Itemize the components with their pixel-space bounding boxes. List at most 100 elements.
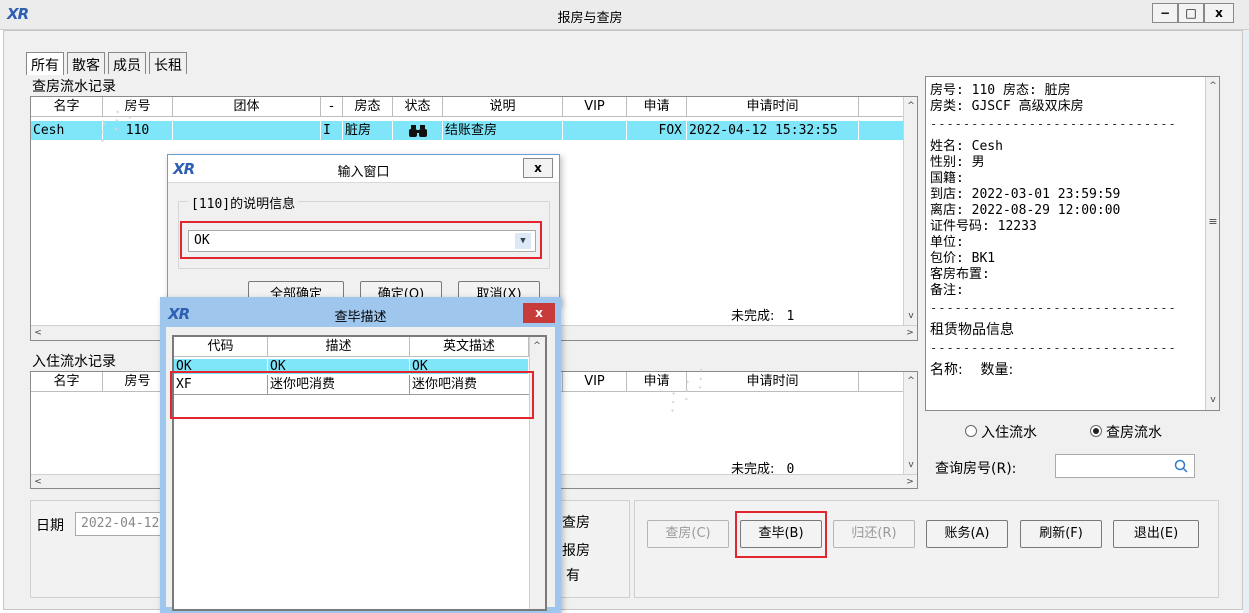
radio-checkin-label[interactable]: 入住流水 [981,422,1037,442]
group-label: [110]的说明信息 [188,193,299,212]
scroll-down-icon[interactable]: v [904,309,918,323]
col-english-description[interactable]: 英文描述 [410,337,529,357]
scroll-up-icon[interactable]: ^ [1206,79,1220,93]
action-panel [634,500,1219,598]
cell-group [173,121,321,140]
search-icon[interactable] [1174,459,1188,473]
col-description[interactable]: 描述 [268,337,410,357]
dialog-title: 查毕描述 [334,310,387,325]
filter-report[interactable]: 报房 [562,540,590,560]
table-row[interactable]: Cesh 110 I 脏房 结账查房 FOX 2022-04-12 15:32:… [31,121,903,140]
col-room-state[interactable]: 房态 [343,97,393,117]
divider: ------------------------------ [930,301,1177,315]
grid-header: 代码 描述 英文描述 [174,337,529,357]
refresh-button[interactable]: 刷新(F) [1020,520,1102,548]
checkout-log-label: 查房流水记录 [32,79,116,95]
dialog-title-bar: XR 查毕描述 x [166,303,555,327]
col-time[interactable]: 申请时间 [687,97,859,117]
scroll-up-icon[interactable]: ^ [530,339,544,353]
inspect-button[interactable]: 查房(C) [647,520,729,548]
filter-all[interactable]: 有 [566,565,580,585]
col-applicant[interactable]: 申请 [627,97,687,117]
window-edge [1243,30,1249,613]
finish-description-dialog: XR 查毕描述 x 代码 描述 英文描述 OK OK OK XF 迷你吧消费 迷… [160,297,561,613]
col-code[interactable]: 代码 [174,337,268,357]
maximize-button[interactable]: □ [1178,3,1204,23]
account-button[interactable]: 账务(A) [926,520,1008,548]
info-layout: 客房布置: [930,267,990,282]
col-group[interactable]: 团体 [173,97,321,117]
radio-checkout[interactable] [1090,425,1102,437]
info-gender: 性别: 男 [930,155,985,170]
info-depart: 离店: 2022-08-29 12:00:00 [930,203,1121,218]
divider: ------------------------------ [930,117,1177,131]
input-dialog: XR 输入窗口 x [110]的说明信息 OK ▼ 全部确定 确定(O) 取消(… [167,154,560,307]
scroll-down-icon[interactable]: v [1206,393,1220,407]
scroll-left-icon[interactable]: < [31,475,45,489]
scroll-up-icon[interactable]: ^ [904,99,918,113]
info-nationality: 国籍: [930,171,964,186]
rental-title: 租赁物品信息 [930,322,1014,338]
tab-longterm[interactable]: 长租 [149,52,187,74]
cell-vip [563,121,627,140]
filter-checkout[interactable]: 查房 [562,512,590,532]
highlight-box [735,511,827,558]
col-applicant[interactable]: 申请 [627,372,687,392]
search-input[interactable] [1055,454,1195,478]
room-info-panel: 房号: 110 房态: 脏房 房类: GJSCF 高级双床房 ---------… [925,76,1220,411]
scroll-up-icon[interactable]: ^ [904,374,918,388]
col-remark[interactable]: 说明 [443,97,563,117]
unfinished-count: 1 [786,309,795,324]
binoculars-icon [393,121,443,140]
col-name[interactable]: 名字 [31,97,103,117]
close-icon[interactable]: x [1204,3,1234,23]
vertical-scrollbar[interactable]: ^ v [903,372,917,474]
info-arrive: 到店: 2022-03-01 23:59:59 [930,187,1121,202]
cell-applicant: FOX [627,121,687,140]
search-label: 查询房号(R): [935,461,1017,477]
col-vip[interactable]: VIP [563,372,627,392]
cell-room-state: 脏房 [345,121,393,140]
cell-dash: I [323,121,343,140]
window-title-bar: XR 报房与查房 − □ x [0,0,1249,30]
exit-button[interactable]: 退出(E) [1113,520,1199,548]
scroll-grip-icon[interactable]: ≡ [1206,215,1220,229]
col-room[interactable]: 房号 [103,97,173,117]
cell-name: Cesh [33,121,103,140]
vertical-scrollbar[interactable]: ^ v [903,97,917,325]
rental-columns: 名称: 数量: [930,362,1014,378]
scroll-right-icon[interactable]: > [903,326,917,340]
scroll-right-icon[interactable]: > [903,475,917,489]
info-room-type: 房类: GJSCF 高级双床房 [930,99,1084,114]
close-icon[interactable]: x [523,158,553,178]
col-dash[interactable]: - [321,97,343,117]
info-id: 证件号码: 12233 [930,219,1037,234]
highlight-box [180,221,542,259]
col-status[interactable]: 状态 [393,97,443,117]
minimize-button[interactable]: − [1152,3,1178,23]
tab-walkin[interactable]: 散客 [67,52,105,74]
dialog-title-bar: XR 输入窗口 x [168,155,559,183]
radio-checkout-label[interactable]: 查房流水 [1106,422,1162,442]
scroll-left-icon[interactable]: < [31,326,45,340]
scroll-down-icon[interactable]: v [904,458,918,472]
return-button[interactable]: 归还(R) [833,520,915,548]
info-remarks: 备注: [930,283,964,298]
divider: ------------------------------ [930,341,1177,355]
col-vip[interactable]: VIP [563,97,627,117]
highlight-box [170,371,534,419]
info-package: 包价: BK1 [930,251,996,266]
close-icon[interactable]: x [523,303,555,323]
radio-checkin[interactable] [965,425,977,437]
date-label: 日期 [36,518,64,534]
cell-remark: 结账查房 [445,121,563,140]
checkin-log-label: 入住流水记录 [32,354,116,370]
col-time[interactable]: 申请时间 [687,372,859,392]
vertical-scrollbar[interactable]: ^ ≡ v [1205,77,1219,410]
tab-all[interactable]: 所有 [26,52,64,75]
info-company: 单位: [930,235,964,250]
col-name[interactable]: 名字 [31,372,103,392]
cell-time: 2022-04-12 15:32:55 [689,121,859,140]
dialog-title: 输入窗口 [337,165,390,180]
tab-member[interactable]: 成员 [108,52,146,74]
